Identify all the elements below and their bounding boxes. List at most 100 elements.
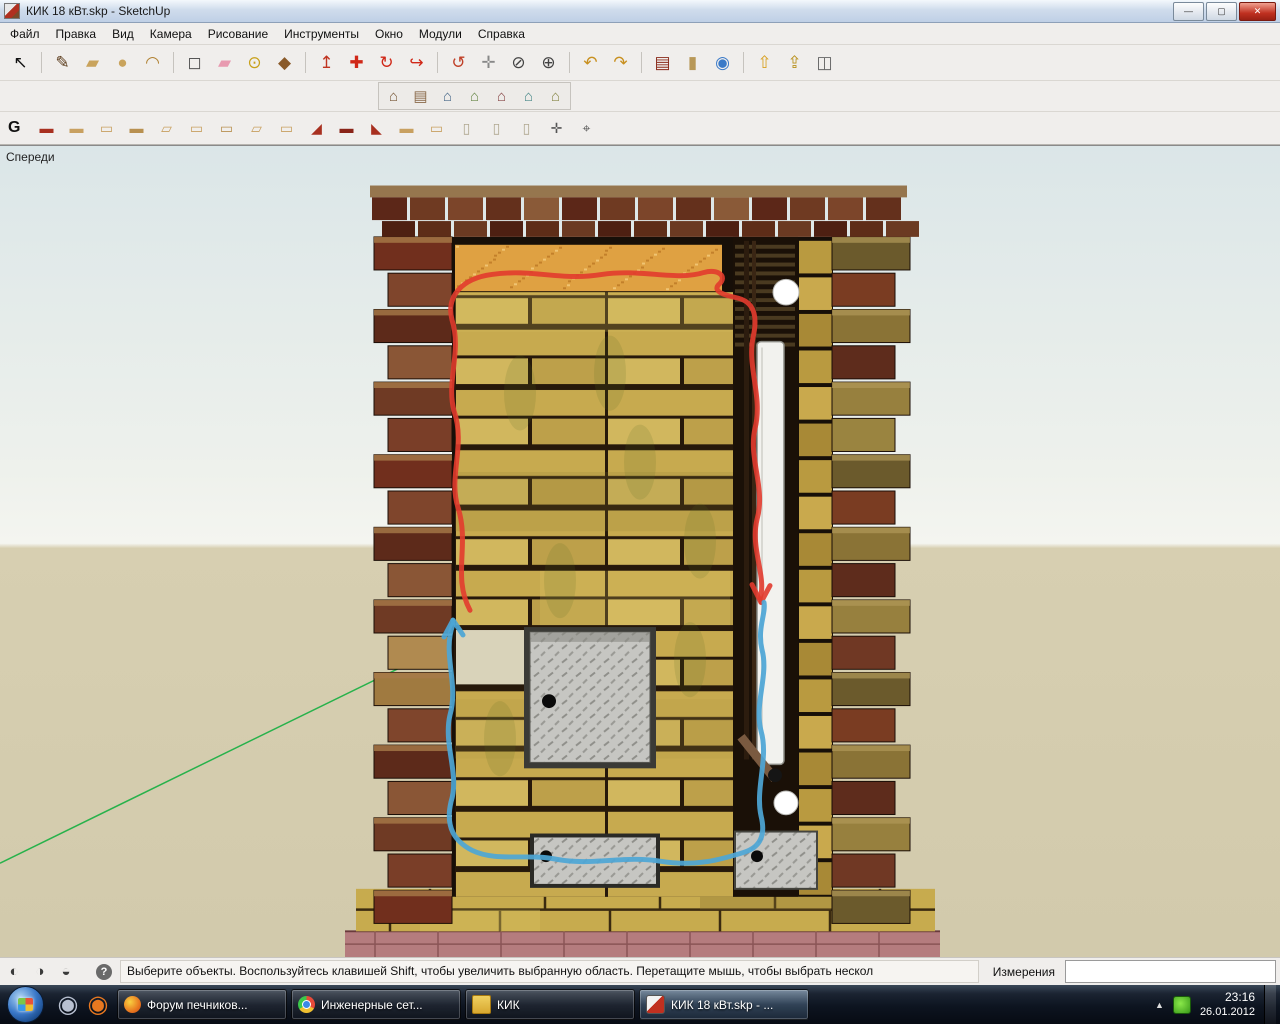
tool-icon: ⊕ (541, 54, 555, 71)
task-forum[interactable]: Форум печников... (117, 989, 287, 1020)
panel-3[interactable]: ▯ (512, 115, 540, 142)
brick-flat-3[interactable]: ▭ (212, 115, 240, 142)
push-pull-tool[interactable]: ↥ (312, 48, 341, 77)
zoom-extents-tool[interactable]: ⊕ (534, 48, 563, 77)
brick-red-full[interactable]: ▬ (332, 115, 360, 142)
component-browser-tool[interactable]: ◫ (810, 48, 839, 77)
bottom-view[interactable]: ⌂ (542, 84, 569, 108)
brick-red-wedge[interactable]: ◣ (362, 115, 390, 142)
tray-clock[interactable]: 23:16 26.01.2012 (1200, 990, 1255, 1020)
eraser-tool[interactable]: ▰ (210, 48, 239, 77)
menu-help[interactable]: Справка (470, 25, 533, 43)
brick-icon: ✛ (551, 121, 563, 135)
move-tool[interactable]: ✚ (342, 48, 371, 77)
brick-flat-5[interactable]: ▭ (272, 115, 300, 142)
tray-network-icon[interactable] (1173, 996, 1191, 1014)
circle-tool[interactable]: ● (108, 48, 137, 77)
statusbar: ◐◑◒ ? Выберите объекты. Воспользуйтесь к… (0, 957, 1280, 985)
close-button[interactable]: ✕ (1239, 2, 1276, 21)
rotate-tool[interactable]: ↻ (372, 48, 401, 77)
orbit-tool[interactable]: ↺ (444, 48, 473, 77)
measurements-input[interactable] (1065, 960, 1276, 983)
bricks-model-tool[interactable]: ▤ (648, 48, 677, 77)
tool-icon: ↻ (379, 54, 393, 71)
zoom-tool[interactable]: ⊘ (504, 48, 533, 77)
column-tool[interactable]: ▮ (678, 48, 707, 77)
brick-tan-2[interactable]: ▭ (422, 115, 450, 142)
status-icon-glyph: ◐ (9, 963, 18, 980)
menu-edit[interactable]: Правка (48, 25, 105, 43)
quicklaunch-browser[interactable]: ◉ (83, 989, 113, 1021)
panel-2[interactable]: ▯ (482, 115, 510, 142)
brick-icon: ▬ (69, 121, 83, 135)
menu-plugins[interactable]: Модули (411, 25, 470, 43)
quicklaunch: ◉◉ (53, 989, 113, 1021)
brick-full[interactable]: ▬ (32, 115, 60, 142)
task-kik-folder[interactable]: КИК (465, 989, 635, 1020)
menu-file[interactable]: Файл (2, 25, 48, 43)
show-desktop-button[interactable] (1264, 985, 1276, 1024)
tool-icon: ▰ (86, 54, 99, 71)
share-model-tool[interactable]: ⇪ (780, 48, 809, 77)
task-engineering[interactable]: Инженерные сет... (291, 989, 461, 1020)
maximize-button[interactable]: ▢ (1206, 2, 1237, 21)
credits-icon[interactable]: ◑ (30, 962, 50, 982)
tool-icon: ✎ (55, 54, 69, 71)
brick-wedge[interactable]: ◢ (302, 115, 330, 142)
tool-icon: ⇪ (787, 54, 801, 71)
google-earth-tool[interactable]: ◉ (708, 48, 737, 77)
tool-icon: ⇧ (757, 54, 771, 71)
panel-1[interactable]: ▯ (452, 115, 480, 142)
quicklaunch-media[interactable]: ◉ (53, 989, 83, 1021)
next-view-tool[interactable]: ↷ (606, 48, 635, 77)
brick-quarter[interactable]: ▭ (92, 115, 120, 142)
brick-flat-1[interactable]: ▱ (152, 115, 180, 142)
brick-three-quarter[interactable]: ▬ (122, 115, 150, 142)
help-icon[interactable]: ? (96, 964, 112, 980)
task-sketchup[interactable]: КИК 18 кВт.skp - ... (639, 989, 809, 1020)
line-tool[interactable]: ✎ (48, 48, 77, 77)
top-view[interactable]: ▤ (407, 84, 434, 108)
brick-icon: ▭ (100, 121, 113, 135)
brick-flat-2[interactable]: ▭ (182, 115, 210, 142)
brick-icon: ▯ (523, 121, 531, 135)
tool-icon: ◆ (278, 54, 291, 71)
rectangle-tool[interactable]: ▰ (78, 48, 107, 77)
right-view[interactable]: ⌂ (461, 84, 488, 108)
menu-draw[interactable]: Рисование (200, 25, 276, 43)
brick-flat-4[interactable]: ▱ (242, 115, 270, 142)
dimension-tool[interactable]: ⌖ (572, 115, 600, 142)
make-component-tool[interactable]: ◻ (180, 48, 209, 77)
taskbar-button-label: КИК (497, 998, 520, 1012)
task-buttons: Форум печников... Инженерные сет... КИК … (117, 989, 809, 1020)
offset-tool[interactable]: ↪ (402, 48, 431, 77)
menu-item-label: Справка (478, 27, 525, 41)
arc-tool[interactable]: ◠ (138, 48, 167, 77)
back-view[interactable]: ⌂ (488, 84, 515, 108)
get-models-tool[interactable]: ⇧ (750, 48, 779, 77)
menu-camera[interactable]: Камера (142, 25, 200, 43)
select-tool[interactable]: ↖ (6, 48, 35, 77)
left-view[interactable]: ⌂ (515, 84, 542, 108)
tray-expand-icon[interactable]: ▲ (1155, 1000, 1164, 1010)
menu-view[interactable]: Вид (104, 25, 142, 43)
model-canvas[interactable] (0, 146, 1280, 957)
brick-tan-1[interactable]: ▬ (392, 115, 420, 142)
minimize-button[interactable]: — (1173, 2, 1204, 21)
geolocation-icon[interactable]: ◐ (4, 962, 24, 982)
menu-tools[interactable]: Инструменты (276, 25, 367, 43)
axis-tool[interactable]: ✛ (542, 115, 570, 142)
previous-view-tool[interactable]: ↶ (576, 48, 605, 77)
paint-bucket-tool[interactable]: ◆ (270, 48, 299, 77)
viewport[interactable]: Спереди (0, 145, 1280, 957)
start-button[interactable] (7, 986, 44, 1023)
tool-icon: ◠ (145, 54, 160, 71)
front-view[interactable]: ⌂ (434, 84, 461, 108)
menu-window[interactable]: Окно (367, 25, 411, 43)
claim-icon[interactable]: ◒ (56, 962, 76, 982)
brick-icon: ▭ (430, 121, 443, 135)
brick-half[interactable]: ▬ (62, 115, 90, 142)
iso-view[interactable]: ⌂ (380, 84, 407, 108)
tape-measure-tool[interactable]: ⊙ (240, 48, 269, 77)
pan-tool[interactable]: ✛ (474, 48, 503, 77)
